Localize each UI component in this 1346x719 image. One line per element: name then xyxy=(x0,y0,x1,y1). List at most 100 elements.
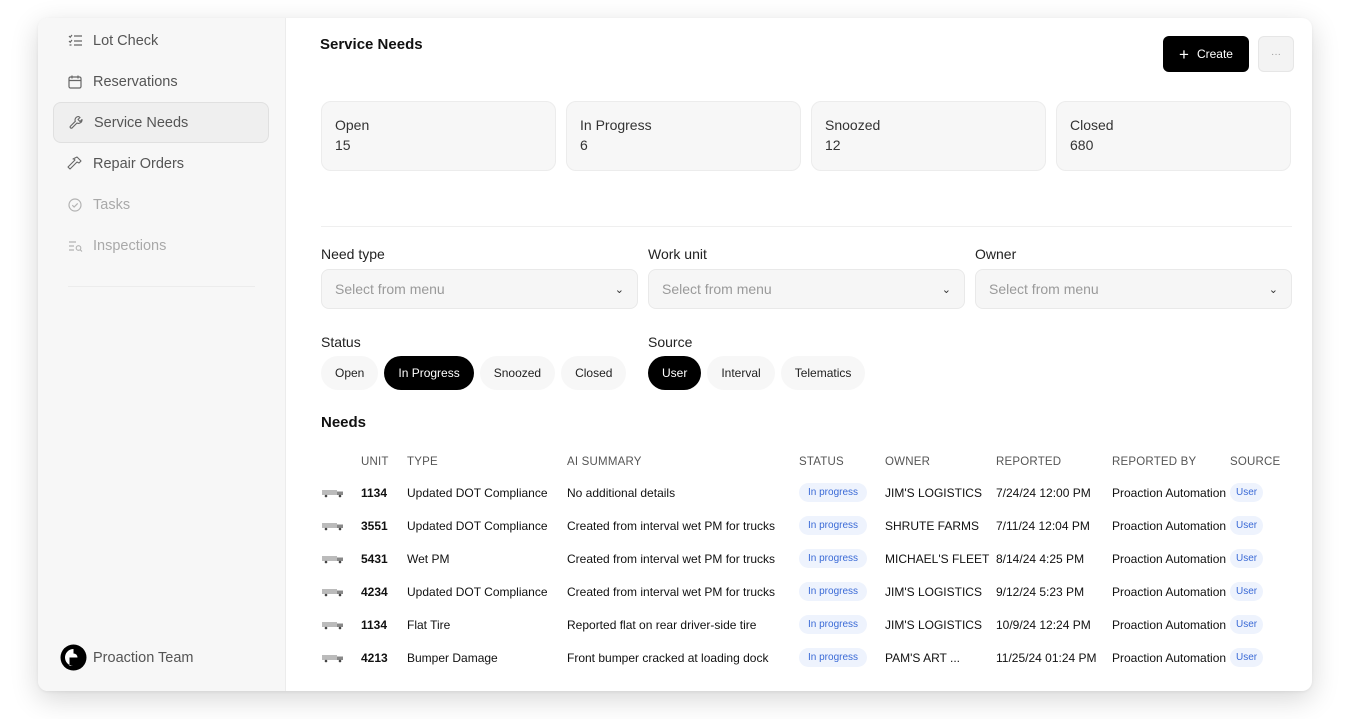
table-body: 1134 Updated DOT Compliance No additiona… xyxy=(321,476,1281,674)
vehicle-thumbnail xyxy=(321,587,361,597)
cell-unit: 4213 xyxy=(361,650,388,665)
stat-card-open[interactable]: Open 15 xyxy=(321,101,556,171)
vehicle-thumbnail xyxy=(321,521,361,531)
section-divider xyxy=(321,226,1292,227)
cell-ai-summary: Reported flat on rear driver-side tire xyxy=(567,617,757,632)
cell-ai-summary: No additional details xyxy=(567,485,676,500)
page-title: Service Needs xyxy=(320,36,423,53)
app-window: Lot Check Reservations Service Needs Rep… xyxy=(38,18,1312,691)
sidebar-item-label: Service Needs xyxy=(94,114,189,131)
owner-select[interactable]: Select from menu ⌄ xyxy=(975,269,1292,309)
status-chip-snoozed[interactable]: Snoozed xyxy=(479,356,556,390)
stat-card-snoozed[interactable]: Snoozed 12 xyxy=(811,101,1046,171)
column-header-type[interactable]: TYPE xyxy=(407,456,567,468)
filter-label: Work unit xyxy=(648,246,707,262)
create-button-label: Create xyxy=(1196,47,1233,61)
sidebar-divider xyxy=(68,286,255,287)
chevron-down-icon: ⌄ xyxy=(941,283,951,296)
column-header-reported[interactable]: REPORTED xyxy=(996,456,1112,468)
stat-value: 12 xyxy=(825,137,841,153)
stat-value: 15 xyxy=(335,137,351,153)
team-logo-icon xyxy=(60,644,87,671)
stat-label: Snoozed xyxy=(825,117,881,133)
sidebar-nav: Lot Check Reservations Service Needs Rep… xyxy=(38,18,285,287)
cell-owner: SHRUTE FARMS xyxy=(885,518,980,533)
source-chip-interval[interactable]: Interval xyxy=(707,356,775,390)
cell-owner: PAM'S ART ... xyxy=(885,650,960,665)
truck-icon xyxy=(322,555,343,563)
column-header-owner[interactable]: OWNER xyxy=(885,456,996,468)
source-badge: User xyxy=(1230,582,1264,601)
cell-type: Updated DOT Compliance xyxy=(407,518,548,533)
stat-value: 6 xyxy=(580,137,588,153)
cell-unit: 5431 xyxy=(361,551,388,566)
select-placeholder: Select from menu xyxy=(989,281,1099,297)
table-header: UNIT TYPE AI SUMMARY STATUS OWNER REPORT… xyxy=(321,448,1281,476)
column-header-source[interactable]: SOURCE xyxy=(1230,456,1280,468)
cell-reported: 11/25/24 01:24 PM xyxy=(996,650,1097,665)
stat-card-in-progress[interactable]: In Progress 6 xyxy=(566,101,801,171)
sidebar-item-repair-orders[interactable]: Repair Orders xyxy=(53,143,269,184)
sidebar-item-label: Reservations xyxy=(93,73,178,90)
needs-table: UNIT TYPE AI SUMMARY STATUS OWNER REPORT… xyxy=(321,448,1281,674)
cell-unit: 1134 xyxy=(361,485,388,500)
truck-icon xyxy=(322,654,343,662)
column-header-status[interactable]: STATUS xyxy=(799,456,885,468)
truck-icon xyxy=(322,588,343,596)
cell-reported-by: Proaction Automation xyxy=(1112,518,1227,533)
sidebar-item-inspections[interactable]: Inspections xyxy=(53,225,269,266)
sidebar-item-tasks[interactable]: Tasks xyxy=(53,184,269,225)
cell-unit: 3551 xyxy=(361,518,388,533)
table-row[interactable]: 3551 Updated DOT Compliance Created from… xyxy=(321,509,1281,542)
cell-ai-summary: Created from interval wet PM for trucks xyxy=(567,551,776,566)
chevron-down-icon: ⌄ xyxy=(614,283,624,296)
cell-reported: 7/24/24 12:00 PM xyxy=(996,485,1091,500)
sidebar-item-label: Repair Orders xyxy=(93,155,185,172)
plus-icon: + xyxy=(1179,44,1189,64)
source-filter: Source User Interval Telematics xyxy=(648,334,866,390)
cell-type: Bumper Damage xyxy=(407,650,498,665)
sidebar-item-reservations[interactable]: Reservations xyxy=(53,61,269,102)
column-header-reported-by[interactable]: REPORTED BY xyxy=(1112,456,1230,468)
filter-work-unit: Work unit Select from menu ⌄ xyxy=(648,246,965,309)
table-row[interactable]: 4234 Updated DOT Compliance Created from… xyxy=(321,575,1281,608)
create-button[interactable]: + Create xyxy=(1163,36,1249,72)
sidebar-item-lot-check[interactable]: Lot Check xyxy=(53,20,269,61)
more-options-button[interactable]: ··· xyxy=(1258,36,1294,72)
sidebar: Lot Check Reservations Service Needs Rep… xyxy=(38,18,286,691)
cell-reported: 7/11/24 12:04 PM xyxy=(996,518,1090,533)
table-row[interactable]: 5431 Wet PM Created from interval wet PM… xyxy=(321,542,1281,575)
source-chip-user[interactable]: User xyxy=(648,356,702,390)
cell-ai-summary: Created from interval wet PM for trucks xyxy=(567,584,776,599)
source-chip-telematics[interactable]: Telematics xyxy=(780,356,866,390)
table-row[interactable]: 1134 Updated DOT Compliance No additiona… xyxy=(321,476,1281,509)
sidebar-item-service-needs[interactable]: Service Needs xyxy=(53,102,269,143)
cell-unit: 1134 xyxy=(361,617,388,632)
stat-value: 680 xyxy=(1070,137,1094,153)
needs-title: Needs xyxy=(321,414,367,431)
work-unit-select[interactable]: Select from menu ⌄ xyxy=(648,269,965,309)
truck-icon xyxy=(322,621,343,629)
status-chip-in-progress[interactable]: In Progress xyxy=(384,356,474,390)
filter-label: Owner xyxy=(975,246,1017,262)
status-chip-closed[interactable]: Closed xyxy=(561,356,627,390)
cell-type: Updated DOT Compliance xyxy=(407,584,548,599)
cell-type: Wet PM xyxy=(407,551,450,566)
column-header-ai-summary[interactable]: AI SUMMARY xyxy=(567,456,799,468)
team-switcher[interactable]: Proaction Team xyxy=(60,644,193,671)
wrench-icon xyxy=(68,115,84,131)
status-badge: In progress xyxy=(799,582,868,601)
truck-icon xyxy=(322,489,343,497)
cell-type: Updated DOT Compliance xyxy=(407,485,548,500)
need-type-select[interactable]: Select from menu ⌄ xyxy=(321,269,638,309)
column-header-unit[interactable]: UNIT xyxy=(361,456,407,468)
filter-owner: Owner Select from menu ⌄ xyxy=(975,246,1292,309)
table-row[interactable]: 1134 Flat Tire Reported flat on rear dri… xyxy=(321,608,1281,641)
cell-owner: JIM'S LOGISTICS xyxy=(885,485,982,500)
select-placeholder: Select from menu xyxy=(662,281,772,297)
source-filter-label: Source xyxy=(648,334,693,350)
source-badge: User xyxy=(1230,615,1264,634)
status-chip-open[interactable]: Open xyxy=(321,356,379,390)
stat-card-closed[interactable]: Closed 680 xyxy=(1056,101,1291,171)
table-row[interactable]: 4213 Bumper Damage Front bumper cracked … xyxy=(321,641,1281,674)
